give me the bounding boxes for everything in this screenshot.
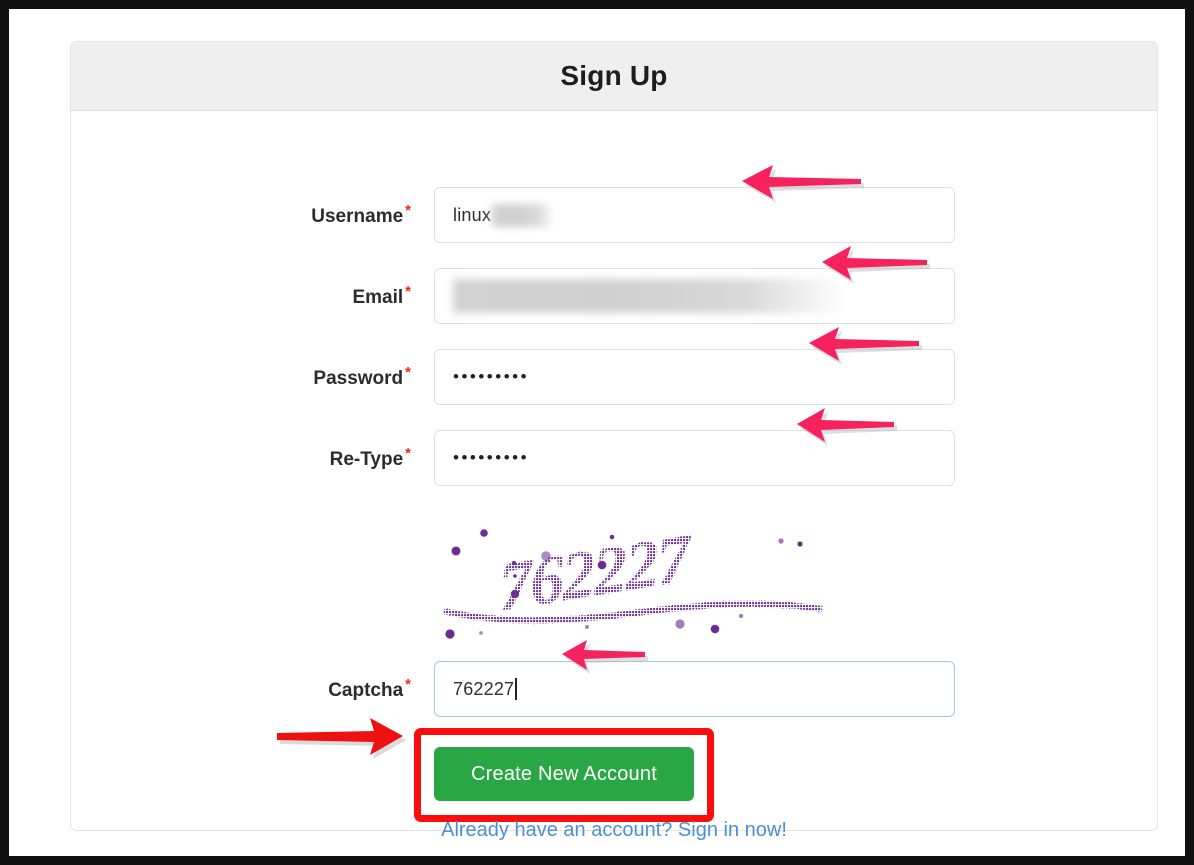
retype-label: Re-Type * (191, 445, 411, 471)
sign-in-link[interactable]: Already have an account? Sign in now! (71, 819, 1157, 842)
captcha-label: Captcha * (191, 676, 411, 702)
form-row-password: Password * ••••••••• (71, 349, 1157, 405)
password-input[interactable]: ••••••••• (434, 349, 955, 405)
email-label: Email * (191, 283, 411, 309)
form-row-retype: Re-Type * ••••••••• (71, 430, 1157, 486)
required-asterisk: * (405, 675, 411, 693)
page-title: Sign Up (560, 60, 668, 91)
email-redaction (453, 279, 845, 313)
form-row-username: Username * linux (71, 187, 1157, 243)
username-input[interactable]: linux (434, 187, 955, 243)
retype-value: ••••••••• (453, 448, 530, 467)
captcha-value: 762227 (453, 678, 515, 699)
retype-password-input[interactable]: ••••••••• (434, 430, 955, 486)
password-label-text: Password (313, 368, 404, 390)
captcha-label-text: Captcha (328, 680, 404, 702)
username-label: Username * (191, 202, 411, 228)
captcha-input[interactable]: 762227 (434, 661, 955, 717)
username-label-text: Username (311, 206, 404, 228)
email-label-text: Email (352, 287, 404, 309)
card-body: Username * linux Email * Password * ••••… (71, 111, 1157, 841)
password-label: Password * (191, 364, 411, 390)
form-row-email: Email * (71, 268, 1157, 324)
username-value: linux (453, 204, 492, 225)
required-asterisk: * (405, 201, 411, 219)
password-value: ••••••••• (453, 367, 530, 386)
page-canvas: Sign Up Username * linux Email * Passwor… (9, 9, 1185, 856)
username-redaction (492, 203, 555, 227)
create-new-account-button[interactable]: Create New Account (434, 747, 694, 801)
card-header: Sign Up (71, 42, 1157, 111)
form-row-captcha: Captcha * 762227 (71, 661, 1157, 717)
required-asterisk: * (405, 363, 411, 381)
annotated-screenshot-frame: Sign Up Username * linux Email * Passwor… (0, 0, 1194, 865)
captcha-image: 762227 (434, 521, 834, 656)
retype-label-text: Re-Type (329, 449, 404, 471)
submit-button-wrapper: Create New Account (434, 747, 694, 801)
required-asterisk: * (405, 282, 411, 300)
text-caret (515, 678, 517, 700)
signup-card: Sign Up Username * linux Email * Passwor… (70, 41, 1158, 841)
required-asterisk: * (405, 444, 411, 462)
email-input[interactable] (434, 268, 955, 324)
